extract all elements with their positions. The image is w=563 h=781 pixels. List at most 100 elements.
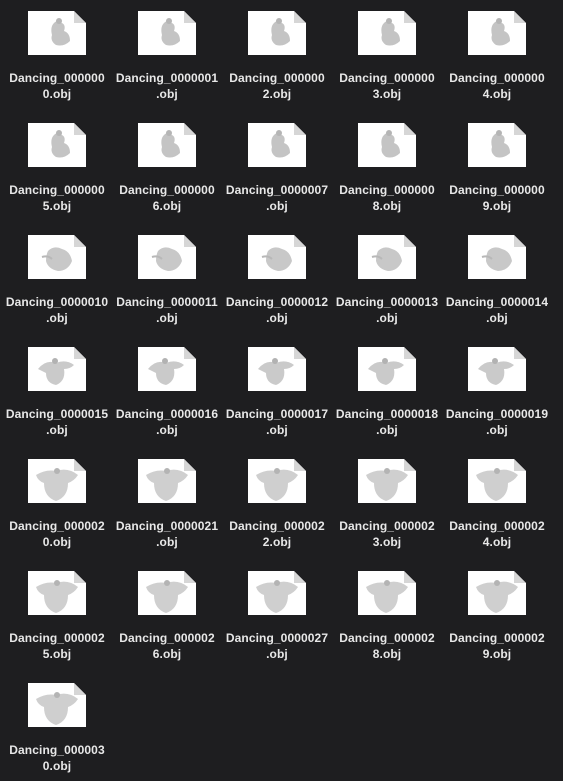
file-name-line-1: Dancing_000000: [119, 183, 215, 197]
file-item[interactable]: Dancing_0000007 .obj: [222, 123, 332, 214]
obj-file-thumbnail-icon: [468, 347, 526, 391]
file-item[interactable]: Dancing_000002 5.obj: [2, 571, 112, 662]
file-name-line-2: .obj: [376, 311, 398, 325]
file-name-line-1: Dancing_0000012: [225, 295, 329, 309]
file-item[interactable]: Dancing_000002 8.obj: [332, 571, 442, 662]
file-name-line-2: 5.obj: [42, 647, 72, 661]
file-item[interactable]: Dancing_000000 2.obj: [222, 11, 332, 102]
file-name-line-1: Dancing_000002: [449, 519, 545, 533]
file-name-line-2: 3.obj: [372, 87, 402, 101]
file-item[interactable]: Dancing_0000013 .obj: [332, 235, 442, 326]
file-name-label: Dancing_000002 6.obj: [112, 630, 222, 662]
file-item[interactable]: Dancing_000000 5.obj: [2, 123, 112, 214]
obj-file-thumbnail-icon: [468, 235, 526, 279]
file-name-line-1: Dancing_0000013: [335, 295, 439, 309]
file-item[interactable]: Dancing_000000 8.obj: [332, 123, 442, 214]
file-item[interactable]: Dancing_0000019 .obj: [442, 347, 552, 438]
obj-file-thumbnail-icon: [248, 347, 306, 391]
file-name-line-1: Dancing_0000016: [115, 407, 219, 421]
obj-file-thumbnail-icon: [138, 11, 196, 55]
file-name-line-2: 9.obj: [482, 199, 512, 213]
file-item[interactable]: Dancing_000000 3.obj: [332, 11, 442, 102]
file-name-line-2: 0.obj: [42, 759, 72, 773]
file-item[interactable]: Dancing_0000021 .obj: [112, 459, 222, 550]
file-item[interactable]: Dancing_0000012 .obj: [222, 235, 332, 326]
file-item[interactable]: Dancing_0000018 .obj: [332, 347, 442, 438]
file-name-label: Dancing_0000011 .obj: [112, 294, 222, 326]
obj-file-thumbnail-icon: [468, 11, 526, 55]
file-name-label: Dancing_000000 5.obj: [2, 182, 112, 214]
file-item[interactable]: Dancing_0000010 .obj: [2, 235, 112, 326]
file-name-line-2: 6.obj: [152, 647, 182, 661]
obj-file-thumbnail-icon: [138, 123, 196, 167]
file-name-line-1: Dancing_000002: [9, 519, 105, 533]
file-item[interactable]: Dancing_000000 6.obj: [112, 123, 222, 214]
file-name-line-2: .obj: [156, 423, 178, 437]
file-grid: Dancing_000000 0.obj Dancing_0000001 .ob…: [0, 0, 563, 781]
file-name-line-1: Dancing_0000027: [225, 631, 329, 645]
file-name-line-1: Dancing_000000: [229, 71, 325, 85]
file-name-label: Dancing_0000018 .obj: [332, 406, 442, 438]
file-name-label: Dancing_000002 8.obj: [332, 630, 442, 662]
file-name-line-2: .obj: [376, 423, 398, 437]
obj-file-thumbnail-icon: [468, 459, 526, 503]
obj-file-thumbnail-icon: [138, 571, 196, 615]
obj-file-thumbnail-icon: [248, 571, 306, 615]
obj-file-thumbnail-icon: [28, 459, 86, 503]
file-item[interactable]: Dancing_0000027 .obj: [222, 571, 332, 662]
file-name-line-2: 0.obj: [42, 535, 72, 549]
file-name-line-1: Dancing_000002: [339, 631, 435, 645]
file-item[interactable]: Dancing_000000 4.obj: [442, 11, 552, 102]
file-name-label: Dancing_000002 3.obj: [332, 518, 442, 550]
file-item[interactable]: Dancing_000003 0.obj: [2, 683, 112, 774]
obj-file-thumbnail-icon: [358, 347, 416, 391]
file-item[interactable]: Dancing_0000014 .obj: [442, 235, 552, 326]
file-item[interactable]: Dancing_000000 9.obj: [442, 123, 552, 214]
obj-file-thumbnail-icon: [248, 11, 306, 55]
file-item[interactable]: Dancing_000002 0.obj: [2, 459, 112, 550]
file-name-line-1: Dancing_000000: [9, 71, 105, 85]
file-item[interactable]: Dancing_0000015 .obj: [2, 347, 112, 438]
file-item[interactable]: Dancing_0000017 .obj: [222, 347, 332, 438]
file-name-line-2: 9.obj: [482, 647, 512, 661]
file-item[interactable]: Dancing_000000 0.obj: [2, 11, 112, 102]
file-name-line-1: Dancing_000002: [339, 519, 435, 533]
file-name-line-1: Dancing_0000019: [445, 407, 549, 421]
file-name-line-2: 5.obj: [42, 199, 72, 213]
file-item[interactable]: Dancing_000002 9.obj: [442, 571, 552, 662]
obj-file-thumbnail-icon: [28, 123, 86, 167]
file-name-line-1: Dancing_000002: [229, 519, 325, 533]
file-name-label: Dancing_000002 5.obj: [2, 630, 112, 662]
file-name-line-1: Dancing_0000018: [335, 407, 439, 421]
file-item[interactable]: Dancing_0000011 .obj: [112, 235, 222, 326]
file-name-label: Dancing_0000017 .obj: [222, 406, 332, 438]
file-name-line-1: Dancing_000002: [9, 631, 105, 645]
file-name-label: Dancing_000000 4.obj: [442, 70, 552, 102]
file-name-line-2: .obj: [46, 423, 68, 437]
file-item[interactable]: Dancing_000002 2.obj: [222, 459, 332, 550]
file-name-line-1: Dancing_0000021: [115, 519, 219, 533]
file-name-line-2: .obj: [156, 311, 178, 325]
file-item[interactable]: Dancing_000002 4.obj: [442, 459, 552, 550]
file-name-line-2: .obj: [46, 311, 68, 325]
file-name-line-2: 0.obj: [42, 87, 72, 101]
file-name-line-1: Dancing_000000: [339, 71, 435, 85]
file-item[interactable]: Dancing_0000001 .obj: [112, 11, 222, 102]
file-name-line-1: Dancing_0000011: [116, 295, 218, 309]
file-name-line-1: Dancing_000000: [9, 183, 105, 197]
file-name-line-2: 2.obj: [262, 87, 292, 101]
obj-file-thumbnail-icon: [248, 123, 306, 167]
file-item[interactable]: Dancing_0000016 .obj: [112, 347, 222, 438]
file-name-label: Dancing_0000012 .obj: [222, 294, 332, 326]
file-item[interactable]: Dancing_000002 3.obj: [332, 459, 442, 550]
file-name-label: Dancing_0000013 .obj: [332, 294, 442, 326]
file-name-label: Dancing_000002 4.obj: [442, 518, 552, 550]
file-name-label: Dancing_0000019 .obj: [442, 406, 552, 438]
file-name-line-2: .obj: [156, 535, 178, 549]
file-name-line-1: Dancing_0000014: [445, 295, 549, 309]
file-name-line-2: 6.obj: [152, 199, 182, 213]
file-name-label: Dancing_000003 0.obj: [2, 742, 112, 774]
obj-file-thumbnail-icon: [138, 235, 196, 279]
obj-file-thumbnail-icon: [28, 683, 86, 727]
file-item[interactable]: Dancing_000002 6.obj: [112, 571, 222, 662]
